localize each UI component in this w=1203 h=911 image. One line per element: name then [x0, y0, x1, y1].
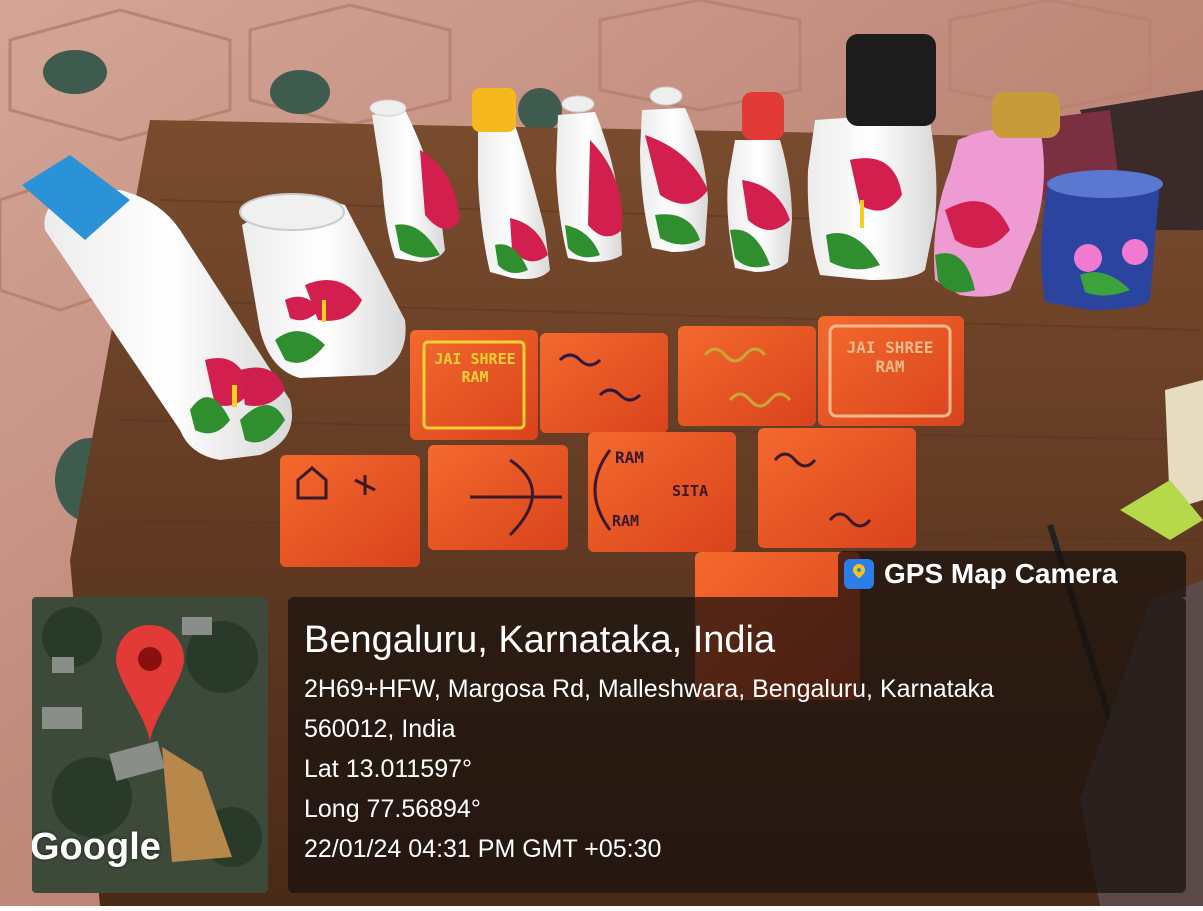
address-line-1: 2H69+HFW, Margosa Rd, Malleshwara, Benga… [304, 675, 994, 703]
plaque-text-4: SITA [672, 482, 709, 500]
badge-label: GPS Map Camera [884, 558, 1118, 589]
plaque-text-1: JAI SHREE RAM [434, 350, 516, 386]
plaque-text-2: JAI SHREE RAM [846, 338, 934, 376]
plaque-text-5: RAM [612, 512, 640, 530]
plaque-ram-sita [588, 432, 736, 552]
plaque-5 [758, 428, 916, 548]
address-line-2: 560012, India [304, 715, 456, 743]
google-watermark: Google [32, 826, 161, 868]
location-title: Bengaluru, Karnataka, India [304, 619, 776, 661]
plaque-3 [678, 326, 816, 426]
plaque-bow-arrow [428, 445, 568, 550]
plaque-text-3: RAM [615, 448, 644, 467]
map-thumbnail: Google [32, 597, 268, 893]
plaque-house-bird [280, 455, 420, 567]
longitude: Long 77.56894° [304, 795, 481, 823]
gps-map-camera-badge: GPS Map Camera [838, 551, 1186, 597]
latitude: Lat 13.011597° [304, 755, 473, 783]
plaque-2 [540, 333, 668, 433]
gps-map-camera-app-icon [844, 559, 874, 589]
vase-blue [1041, 170, 1163, 310]
location-info-panel: Bengaluru, Karnataka, India 2H69+HFW, Ma… [288, 597, 1186, 893]
datetime: 22/01/24 04:31 PM GMT +05:30 [304, 835, 662, 863]
